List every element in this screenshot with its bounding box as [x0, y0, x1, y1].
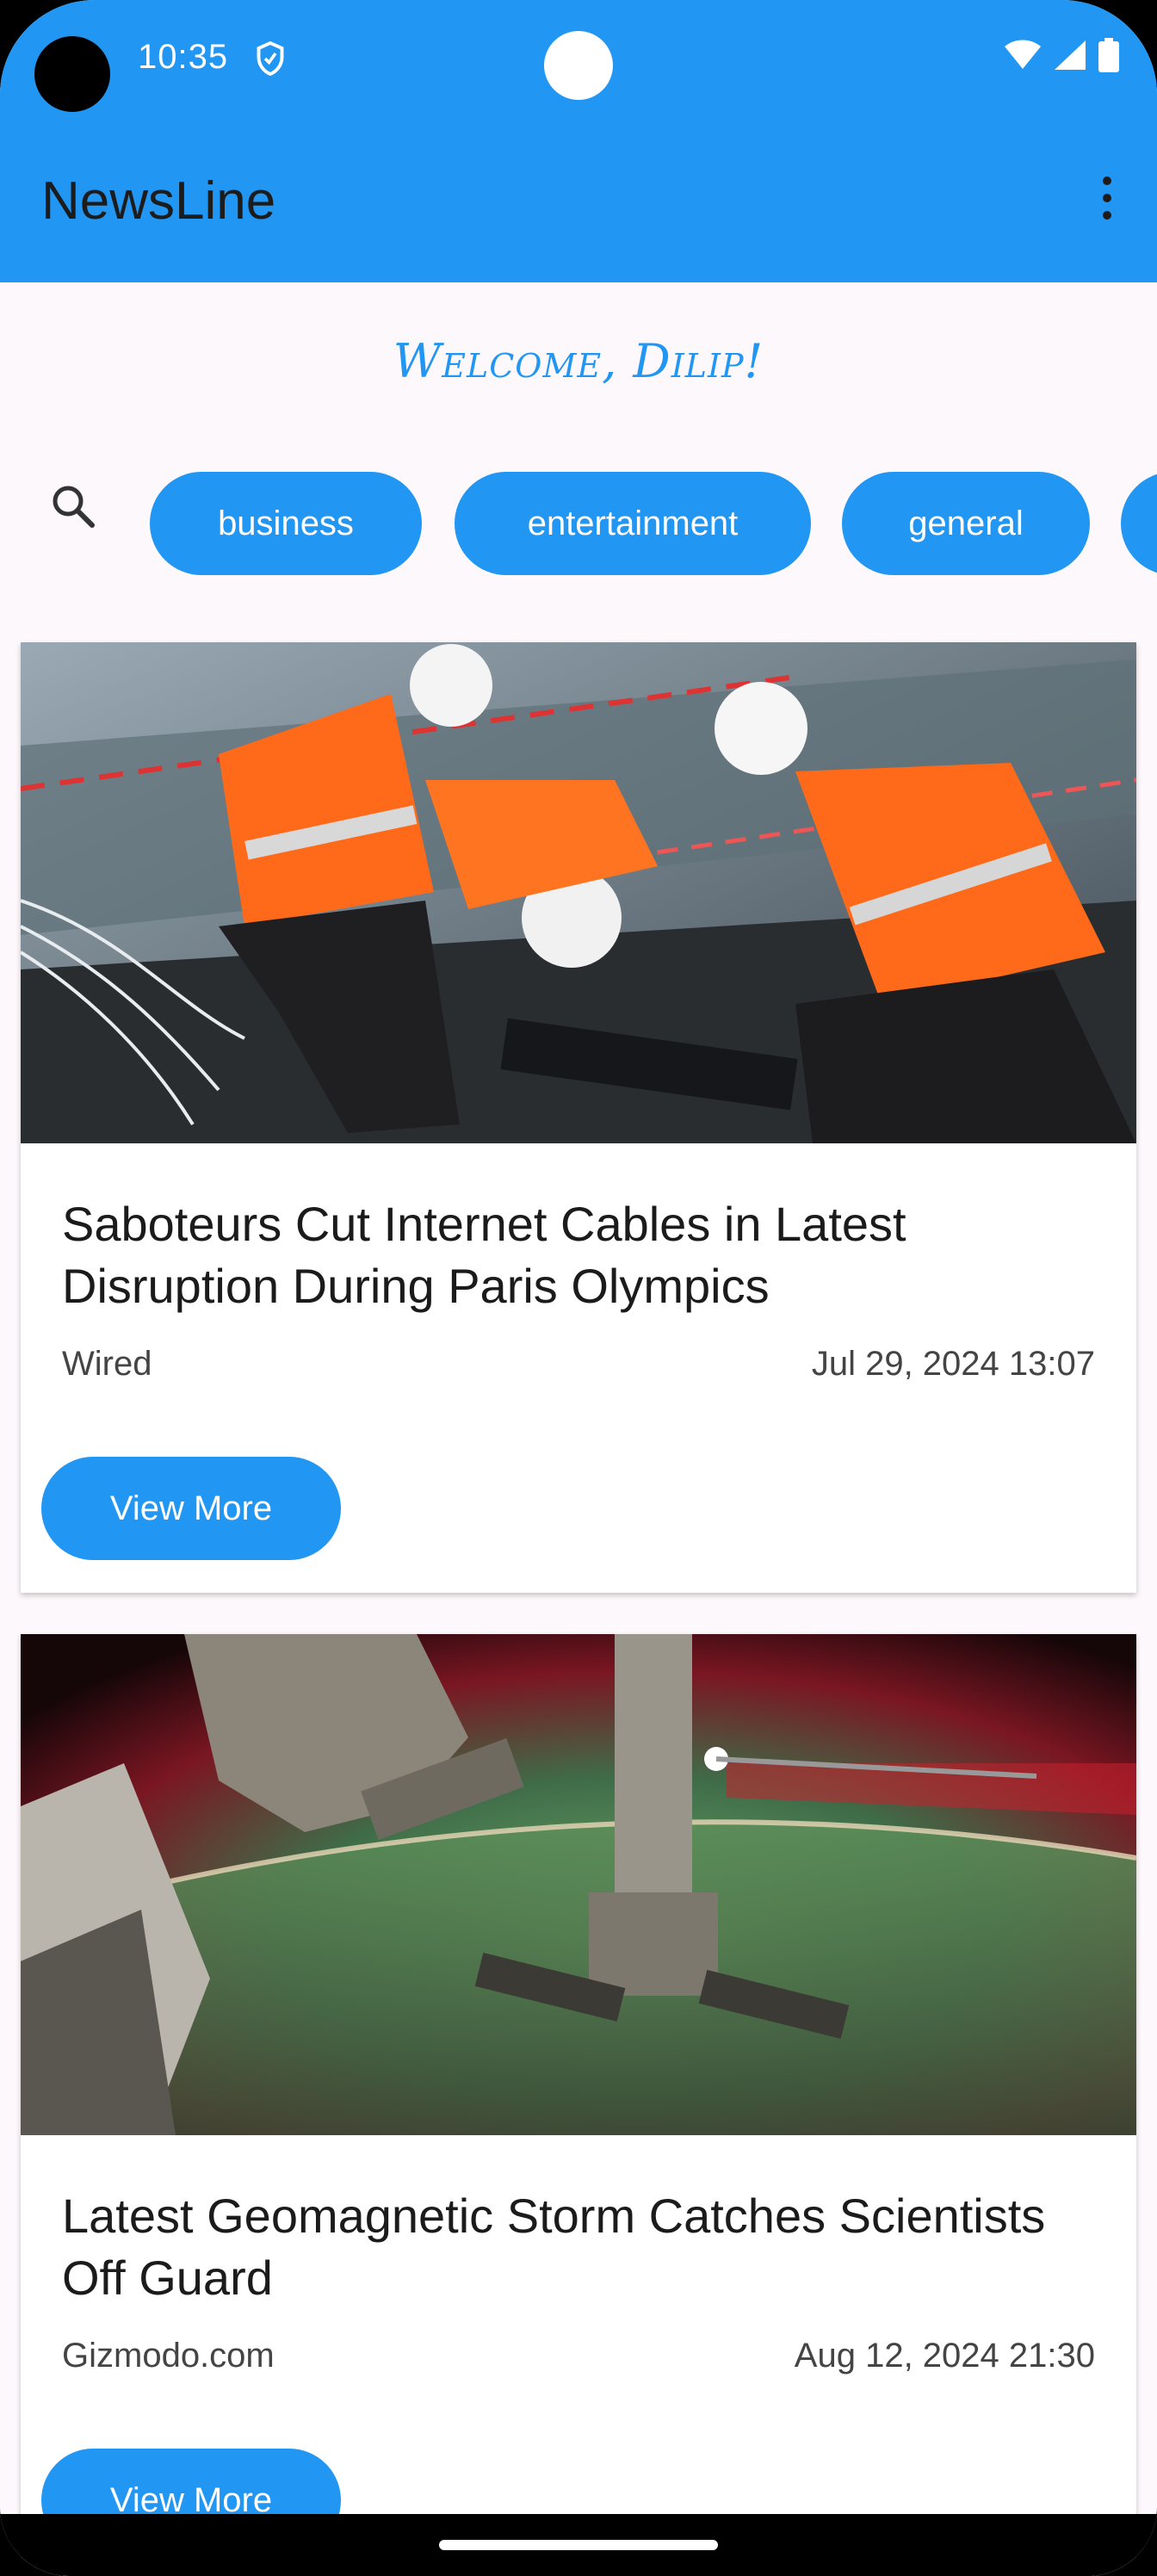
article-source: Gizmodo.com [62, 2337, 275, 2375]
front-camera [34, 36, 110, 112]
search-icon [53, 486, 95, 528]
chip-entertainment[interactable]: entertainment [455, 472, 811, 575]
app-title: NewsLine [41, 171, 276, 231]
chip-business[interactable]: business [150, 472, 422, 575]
article-source: Wired [62, 1345, 152, 1383]
status-time: 10:35 [138, 38, 229, 76]
wifi-icon [1005, 40, 1041, 69]
app-screen: 10:35 NewsLine Welcome, Dilip! business … [0, 0, 1157, 2576]
article-date: Jul 29, 2024 13:07 [811, 1345, 1095, 1383]
chip-more[interactable] [1121, 472, 1157, 575]
status-icons [1004, 38, 1119, 72]
camera-cutout [544, 31, 613, 100]
view-more-button[interactable]: View More [41, 1457, 341, 1560]
signal-icon [1055, 40, 1086, 70]
shield-icon [257, 40, 284, 77]
more-vert-icon[interactable] [1092, 172, 1123, 224]
battery-icon [1098, 38, 1119, 72]
article-image [21, 642, 1136, 1143]
article-title: Saboteurs Cut Internet Cables in Latest … [62, 1197, 906, 1313]
welcome-heading: Welcome, Dilip! [393, 334, 764, 388]
article-title: Latest Geomagnetic Storm Catches Scienti… [62, 2189, 1046, 2305]
article-date: Aug 12, 2024 21:30 [794, 2337, 1095, 2375]
article-image [21, 1634, 1136, 2135]
search-button[interactable] [43, 472, 103, 541]
article-card[interactable]: Latest Geomagnetic Storm Catches Scienti… [21, 1634, 1136, 2576]
chip-general[interactable]: general [842, 472, 1090, 575]
article-card[interactable]: Saboteurs Cut Internet Cables in Latest … [21, 642, 1136, 1593]
home-gesture-handle[interactable] [439, 2540, 718, 2550]
top-app-bar: 10:35 NewsLine [0, 0, 1157, 282]
category-chips: business entertainment general [0, 472, 1157, 575]
